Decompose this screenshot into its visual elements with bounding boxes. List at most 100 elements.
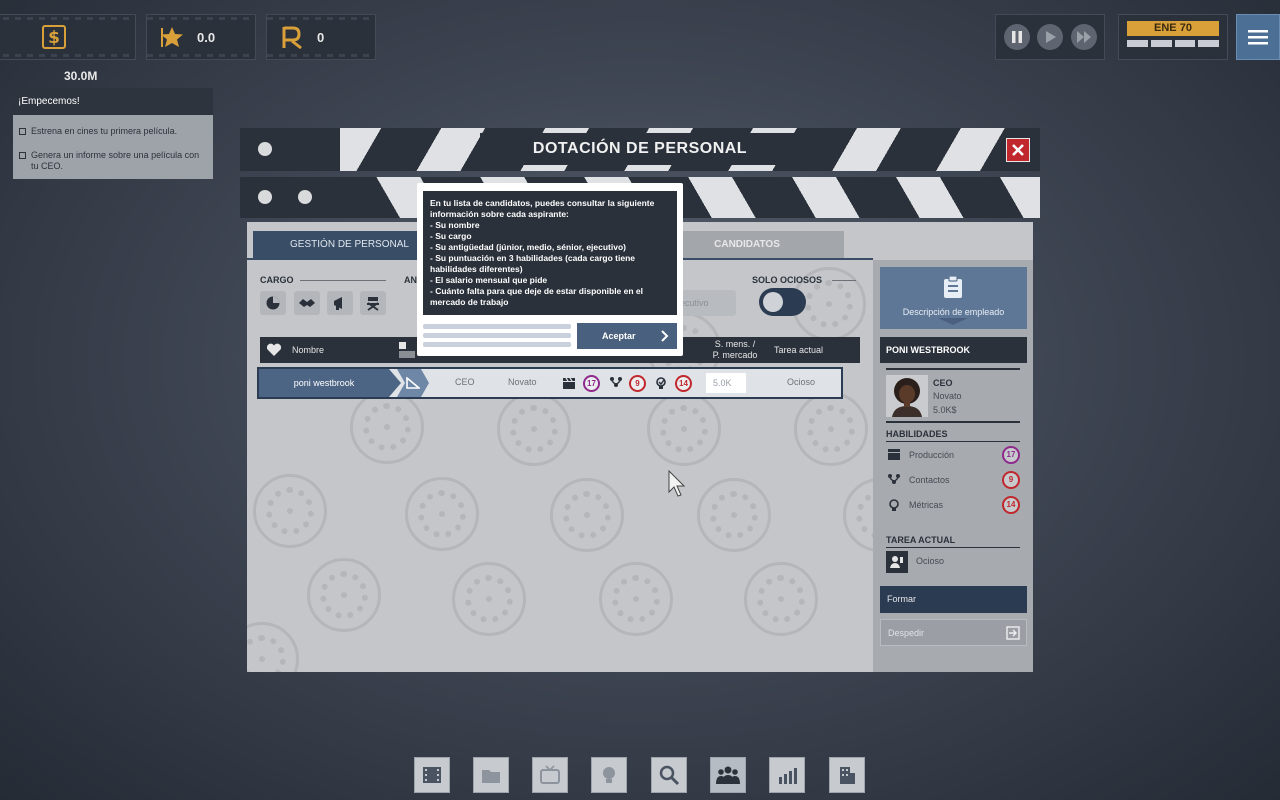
clapper-icon [563, 377, 575, 389]
menu-button[interactable] [1236, 14, 1280, 60]
people-icon [716, 766, 740, 784]
accept-button[interactable]: Aceptar [577, 323, 677, 349]
tooltip-line: información sobre cada aspirante: [430, 209, 569, 219]
date-label: ENE 70 [1127, 21, 1219, 36]
col-salary: S. mens. / P. mercado [710, 339, 760, 361]
row-salary: 5.0K [706, 373, 746, 393]
tooltip-progress-bar [423, 333, 571, 338]
table-row[interactable]: poni westbrook CEO Novato 17 9 14 5.0K O… [257, 367, 843, 399]
employee-description-label: Descripción de empleado [902, 307, 1005, 317]
fast-forward-button[interactable] [1070, 24, 1097, 50]
tooltip-progress-bar [423, 342, 571, 347]
rating-panel: 0.0 [146, 14, 256, 60]
research-value: 0 [317, 29, 325, 45]
folder-icon [482, 770, 500, 783]
idle-task-icon [886, 551, 908, 573]
chevron-right-icon [661, 330, 669, 342]
col-name: Nombre [292, 345, 325, 355]
skill-metrics-value: 14 [1002, 496, 1020, 514]
dock-staff-button[interactable] [710, 757, 746, 793]
cursor-icon [668, 470, 686, 497]
avatar [886, 375, 928, 417]
dock-stats-button[interactable] [769, 757, 805, 793]
employee-seniority: Novato [933, 391, 962, 401]
speed-controls [995, 14, 1105, 60]
accept-button-label: Aceptar [602, 331, 636, 341]
filter-negotiator-button[interactable] [294, 291, 320, 315]
close-icon [1012, 144, 1024, 156]
tooltip-line: - Su antigüedad (júnior, medio, sénior, … [430, 242, 626, 252]
money-value: 30.0M [64, 69, 98, 83]
magnifier-icon [659, 765, 680, 786]
filter-director-button[interactable] [360, 291, 386, 315]
rating-value: 0.0 [197, 29, 216, 45]
tooltip-line: - El salario mensual que pide [430, 275, 548, 285]
month-progress [1127, 40, 1219, 47]
megaphone-icon [334, 297, 342, 310]
row-skill-production: 17 [583, 375, 600, 392]
contacts-icon [888, 474, 900, 484]
director-chair-icon [367, 297, 379, 311]
bar-chart-icon [779, 768, 797, 784]
pause-button[interactable] [1003, 24, 1030, 50]
col-salary-line2: P. mercado [712, 350, 758, 360]
quest-item-label: Genera un informe sobre una película con… [31, 150, 200, 171]
quest-title: ¡Empecemos! [13, 88, 213, 115]
train-button[interactable]: Formar [880, 586, 1027, 613]
dock-projects-button[interactable] [473, 757, 509, 793]
tooltip-text: En tu lista de candidatos, puedes consul… [423, 191, 677, 315]
date-panel: ENE 70 [1118, 14, 1228, 60]
tooltip-line: habilidades diferentes) [430, 264, 523, 274]
row-employee-name: poni westbrook [259, 369, 389, 397]
tooltip-line: - Su cargo [430, 231, 472, 241]
dock-ideas-button[interactable] [591, 757, 627, 793]
row-task: Ocioso [787, 377, 816, 387]
skill-contacts-label: Contactos [909, 475, 950, 485]
building-icon [840, 767, 855, 784]
clipboard-icon [944, 275, 962, 298]
play-button[interactable] [1037, 24, 1063, 50]
desc-arrow [938, 318, 968, 325]
production-icon [888, 449, 900, 460]
idle-filter-label: SOLO OCIOSOS [752, 275, 823, 285]
employee-salary: 5.0K$ [933, 405, 957, 415]
contacts-icon [610, 377, 622, 387]
quest-item: Estrena en cines tu primera película. [13, 126, 213, 137]
task-title: TAREA ACTUAL [886, 535, 956, 545]
tooltip-line: - Su puntuación en 3 habilidades (cada c… [430, 253, 635, 263]
employee-portrait-icon [892, 378, 922, 417]
skill-contacts-value: 9 [1002, 471, 1020, 489]
current-task: Ocioso [916, 556, 945, 566]
seniority-filter-label: AN [404, 275, 417, 285]
dock-search-button[interactable] [651, 757, 687, 793]
money-icon: $ [39, 22, 69, 52]
skill-production-value: 17 [1002, 446, 1020, 464]
handshake-icon [299, 299, 315, 307]
dock-tv-button[interactable] [532, 757, 568, 793]
research-icon [277, 22, 307, 52]
skills-title: HABILIDADES [886, 429, 948, 439]
window-title: DOTACIÓN DE PERSONAL [480, 133, 800, 165]
dock-building-button[interactable] [829, 757, 865, 793]
metrics-icon [656, 377, 666, 389]
row-chevron [389, 369, 401, 397]
close-button[interactable] [1006, 138, 1030, 162]
fire-button[interactable]: Despedir [880, 619, 1027, 646]
hamburger-icon [1248, 30, 1268, 45]
col-salary-line1: S. mens. / [714, 339, 756, 349]
pause-icon [1011, 31, 1022, 43]
quest-panel: ¡Empecemos! Estrena en cines tu primera … [13, 88, 213, 179]
metrics-icon [889, 499, 899, 511]
filter-ceo-button[interactable] [260, 291, 286, 315]
pie-chart-icon [266, 296, 280, 310]
money-panel: $ [0, 14, 136, 60]
film-icon [423, 767, 441, 783]
quest-item-label: Estrena en cines tu primera película. [31, 126, 178, 136]
filter-marketing-button[interactable] [327, 291, 353, 315]
idle-only-toggle[interactable] [759, 288, 806, 316]
dock-studio-button[interactable] [414, 757, 450, 793]
tooltip-line: En tu lista de candidatos, puedes consul… [430, 198, 655, 208]
employee-role: CEO [933, 378, 953, 388]
row-seniority: Novato [508, 377, 537, 387]
fast-forward-icon [1076, 31, 1091, 43]
